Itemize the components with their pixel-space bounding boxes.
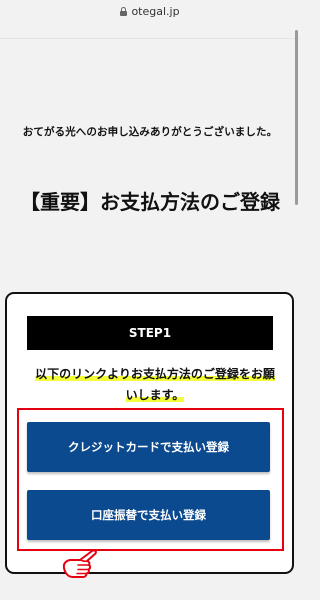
pointing-hand-icon <box>62 549 97 578</box>
thanks-message: おてがる光へのお申し込みありがとうございました。 <box>22 126 278 138</box>
step-label: STEP1 <box>27 316 273 350</box>
header-divider <box>0 38 300 39</box>
scrollbar[interactable] <box>295 30 298 205</box>
bank-transfer-payment-button[interactable]: 口座振替で支払い登録 <box>27 490 270 540</box>
address-bar[interactable]: otegal.jp <box>0 0 300 22</box>
step-card: STEP1 以下のリンクよりお支払方法のご登録をお願いします。 クレジットカード… <box>5 292 294 574</box>
page: otegal.jp おてがる光へのお申し込みありがとうございました。 【重要】お… <box>0 0 300 600</box>
page-title: 【重要】お支払方法のご登録 <box>20 190 280 214</box>
url-text: otegal.jp <box>131 4 180 18</box>
credit-card-payment-button[interactable]: クレジットカードで支払い登録 <box>27 422 270 472</box>
lock-icon <box>120 6 128 16</box>
instruction-text: 以下のリンクよりお支払方法のご登録をお願いします。 <box>35 364 275 406</box>
instruction-highlight: 以下のリンクよりお支払方法のご登録をお願いします。 <box>35 367 275 402</box>
